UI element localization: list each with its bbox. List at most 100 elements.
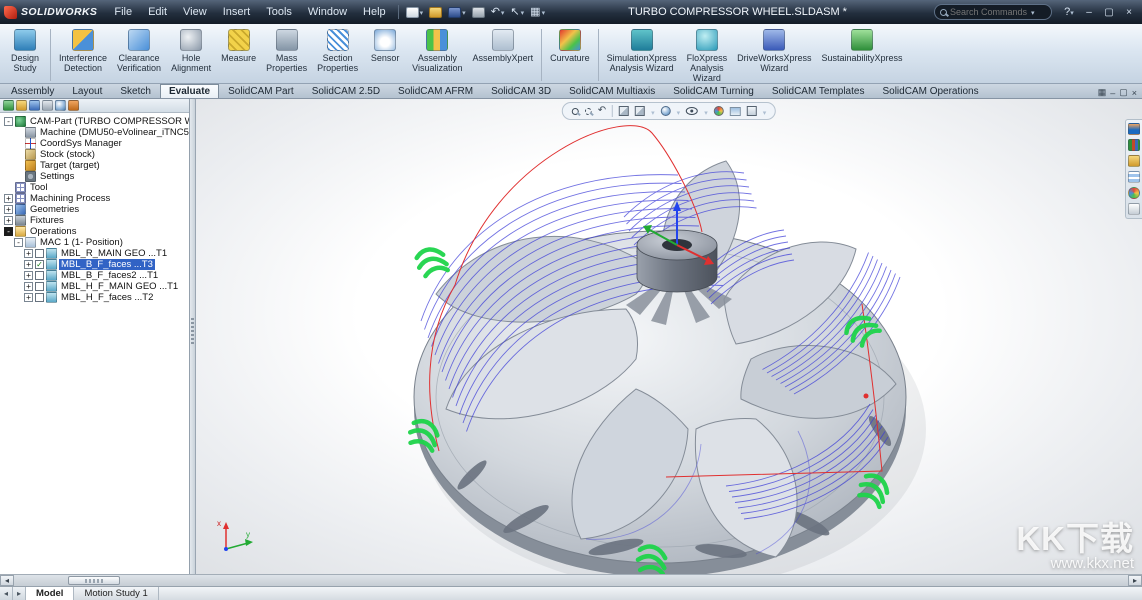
menu-help[interactable]: Help bbox=[356, 3, 393, 21]
section-properties-button[interactable]: Section Properties bbox=[312, 27, 363, 75]
print-button[interactable] bbox=[470, 6, 487, 19]
collapse-icon[interactable] bbox=[4, 227, 13, 236]
assembly-visualization-button[interactable]: Assembly Visualization bbox=[407, 27, 467, 75]
sustainabilityxpress-button[interactable]: SustainabilityXpress bbox=[817, 27, 908, 65]
minimize-button[interactable] bbox=[1080, 5, 1098, 20]
chevron-down-icon[interactable] bbox=[763, 102, 767, 120]
model-tab[interactable]: Model bbox=[26, 587, 74, 600]
operation-checkbox[interactable] bbox=[35, 271, 44, 280]
new-document-button[interactable] bbox=[404, 5, 426, 19]
expand-icon[interactable] bbox=[24, 260, 33, 269]
measure-button[interactable]: Measure bbox=[216, 27, 261, 65]
expand-icon[interactable] bbox=[24, 282, 33, 291]
scrollbar-thumb[interactable] bbox=[68, 576, 120, 585]
toolbar-options-button[interactable] bbox=[528, 5, 547, 19]
scroll-right-icon[interactable] bbox=[1128, 575, 1142, 586]
undo-button[interactable] bbox=[489, 5, 507, 19]
view-orientation-icon[interactable] bbox=[635, 106, 645, 116]
doc-restore-icon[interactable] bbox=[1119, 87, 1128, 98]
expand-icon[interactable] bbox=[24, 271, 33, 280]
chevron-down-icon[interactable] bbox=[704, 102, 708, 120]
study-nav-left-icon[interactable]: ◂ bbox=[0, 587, 13, 600]
operation-checkbox[interactable] bbox=[35, 260, 44, 269]
operation-checkbox[interactable] bbox=[35, 293, 44, 302]
hole-alignment-button[interactable]: Hole Alignment bbox=[166, 27, 216, 75]
study-nav-right-icon[interactable]: ▸ bbox=[13, 587, 26, 600]
floxpress-button[interactable]: FloXpress Analysis Wizard bbox=[682, 27, 733, 85]
previous-view-icon[interactable] bbox=[598, 106, 606, 116]
close-button[interactable] bbox=[1120, 5, 1138, 20]
tab-solidcam-25d[interactable]: SolidCAM 2.5D bbox=[303, 84, 389, 98]
tab-evaluate[interactable]: Evaluate bbox=[160, 84, 219, 98]
menu-view[interactable]: View bbox=[176, 3, 214, 21]
menu-edit[interactable]: Edit bbox=[141, 3, 174, 21]
custom-properties-icon[interactable] bbox=[1128, 203, 1140, 215]
tab-layout[interactable]: Layout bbox=[63, 84, 111, 98]
dimxpert-tab-icon[interactable] bbox=[42, 100, 53, 111]
tree-item-operation-1[interactable]: MBL_R_MAIN GEO ...T1 bbox=[3, 248, 189, 259]
tree-item-fixtures[interactable]: Fixtures bbox=[3, 215, 189, 226]
menu-file[interactable]: File bbox=[107, 3, 139, 21]
tree-item-operation-3[interactable]: MBL_B_F_faces2 ...T1 bbox=[3, 270, 189, 281]
design-library-icon[interactable] bbox=[1128, 139, 1140, 151]
graphics-viewport[interactable]: x y KK下载 www.kkx.net bbox=[196, 99, 1142, 574]
doc-close-icon[interactable] bbox=[1132, 88, 1137, 98]
display-style-icon[interactable] bbox=[661, 106, 671, 116]
property-manager-tab-icon[interactable] bbox=[16, 100, 27, 111]
design-study-button[interactable]: Design Study bbox=[3, 27, 47, 75]
expand-icon[interactable] bbox=[4, 194, 13, 203]
search-commands-box[interactable] bbox=[934, 4, 1052, 20]
menu-insert[interactable]: Insert bbox=[216, 3, 258, 21]
tree-item-operations[interactable]: Operations bbox=[3, 226, 189, 237]
doc-minimize-icon[interactable] bbox=[1110, 88, 1115, 98]
view-palette-icon[interactable] bbox=[1128, 171, 1140, 183]
resources-icon[interactable] bbox=[1128, 123, 1140, 135]
chevron-down-icon[interactable] bbox=[677, 102, 681, 120]
tree-item-settings[interactable]: Settings bbox=[3, 171, 189, 182]
file-explorer-icon[interactable] bbox=[1128, 155, 1140, 167]
driveworksxpress-button[interactable]: DriveWorksXpress Wizard bbox=[732, 27, 816, 75]
tree-item-machining-process[interactable]: Machining Process bbox=[3, 193, 189, 204]
tree-item-stock[interactable]: Stock (stock) bbox=[3, 149, 189, 160]
tree-item-operation-2-selected[interactable]: MBL_B_F_faces ...T3 bbox=[3, 259, 189, 270]
edit-appearance-icon[interactable] bbox=[714, 106, 724, 116]
tree-item-mac1[interactable]: MAC 1 (1- Position) bbox=[3, 237, 189, 248]
assemblyxpert-button[interactable]: AssemblyXpert bbox=[468, 27, 539, 65]
configuration-manager-tab-icon[interactable] bbox=[29, 100, 40, 111]
expand-icon[interactable] bbox=[4, 205, 13, 214]
tree-item-cam-part[interactable]: CAM-Part (TURBO COMPRESSOR WHEEL) bbox=[3, 116, 189, 127]
tab-assembly[interactable]: Assembly bbox=[2, 84, 63, 98]
select-button[interactable] bbox=[508, 5, 526, 19]
tab-solidcam-templates[interactable]: SolidCAM Templates bbox=[763, 84, 874, 98]
tree-item-operation-5[interactable]: MBL_H_F_faces ...T2 bbox=[3, 292, 189, 303]
motion-study-tab[interactable]: Motion Study 1 bbox=[74, 587, 158, 600]
zoom-to-area-icon[interactable] bbox=[585, 108, 592, 115]
expand-icon[interactable] bbox=[24, 293, 33, 302]
tree-item-coordsys-manager[interactable]: CoordSys Manager bbox=[3, 138, 189, 149]
simulationxpress-button[interactable]: SimulationXpress Analysis Wizard bbox=[602, 27, 682, 75]
tree-item-machine[interactable]: Machine (DMU50-eVolinear_iTNC530_5X-Si bbox=[3, 127, 189, 138]
mass-properties-button[interactable]: Mass Properties bbox=[261, 27, 312, 75]
curvature-button[interactable]: Curvature bbox=[545, 27, 595, 65]
model-canvas[interactable]: x y bbox=[196, 99, 1142, 574]
open-button[interactable] bbox=[427, 6, 444, 19]
expand-icon[interactable] bbox=[4, 216, 13, 225]
pane-grid-icon[interactable] bbox=[1098, 87, 1107, 98]
search-commands-input[interactable] bbox=[950, 7, 1028, 17]
menu-window[interactable]: Window bbox=[301, 3, 354, 21]
hide-show-items-icon[interactable] bbox=[686, 107, 698, 115]
interference-detection-button[interactable]: Interference Detection bbox=[54, 27, 112, 75]
expand-icon[interactable] bbox=[24, 249, 33, 258]
tab-solidcam-multiaxis[interactable]: SolidCAM Multiaxis bbox=[560, 84, 664, 98]
tree-item-operation-4[interactable]: MBL_H_F_MAIN GEO ...T1 bbox=[3, 281, 189, 292]
tree-item-tool[interactable]: Tool bbox=[3, 182, 189, 193]
operation-checkbox[interactable] bbox=[35, 282, 44, 291]
tree-item-geometries[interactable]: Geometries bbox=[3, 204, 189, 215]
help-button[interactable] bbox=[1060, 5, 1078, 20]
feature-tree-tab-icon[interactable] bbox=[3, 100, 14, 111]
restore-button[interactable] bbox=[1100, 5, 1118, 20]
tab-solidcam-afrm[interactable]: SolidCAM AFRM bbox=[389, 84, 482, 98]
section-view-icon[interactable] bbox=[619, 106, 629, 116]
tab-solidcam-turning[interactable]: SolidCAM Turning bbox=[664, 84, 763, 98]
clearance-verification-button[interactable]: Clearance Verification bbox=[112, 27, 166, 75]
